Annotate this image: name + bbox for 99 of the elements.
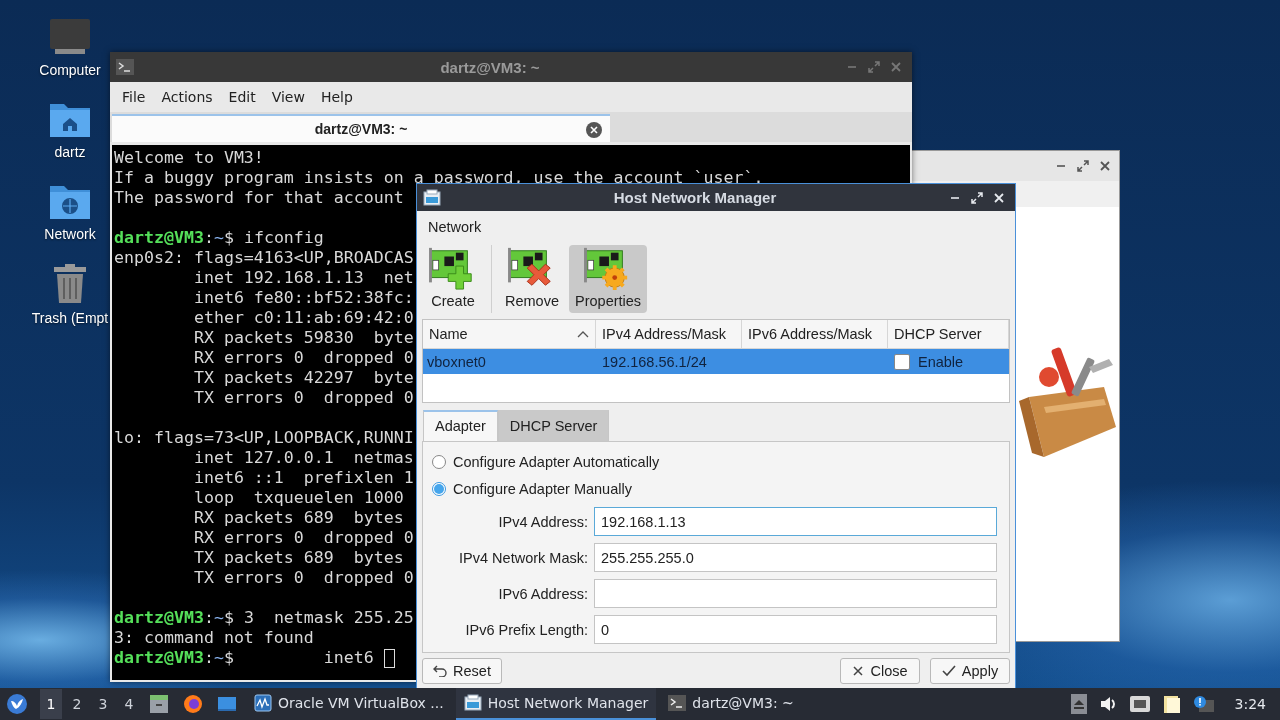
terminal-line: If a buggy program insists on a password, use the account `user`. — [114, 168, 764, 188]
desktop-icon-label[interactable]: Network — [44, 226, 96, 242]
network-window-icon — [463, 694, 482, 712]
prompt-line: dartz@VM3:~$ inet6 — [114, 648, 375, 668]
terminal-tab[interactable]: dartz@VM3: ~ — [112, 114, 610, 142]
workspace-button[interactable]: 1 — [40, 689, 62, 719]
window-title: dartz@VM3: ~ — [439, 58, 541, 76]
terminal-line: Welcome to VM3! — [114, 148, 264, 168]
terminal-line: 3: command not found — [114, 628, 314, 648]
terminal-line: inet6 fe80::bf52:38fc: — [192, 288, 414, 308]
column-title: DHCP Server — [894, 326, 982, 342]
input-field[interactable]: 0 — [594, 615, 997, 644]
input-field[interactable]: 255.255.255.0 — [594, 543, 997, 572]
start-menu-icon[interactable] — [6, 693, 28, 715]
volume-icon[interactable] — [1098, 695, 1117, 713]
sort-up-icon — [577, 330, 589, 338]
prompt-line: dartz@VM3:~$ ifconfig — [114, 228, 324, 248]
terminal-line: inet 127.0.0.1 netmas — [192, 448, 414, 468]
column-header[interactable]: Name — [423, 320, 596, 348]
taskbar-task[interactable]: dartz@VM3: ~ — [660, 688, 802, 720]
column-header[interactable]: IPv6 Address/Mask — [742, 320, 888, 348]
trash-icon — [52, 264, 88, 304]
field-label: IPv4 Network Mask: — [458, 549, 588, 566]
input-field[interactable] — [594, 579, 997, 608]
menu-item[interactable]: Edit — [220, 85, 264, 109]
column-title: IPv4 Address/Mask — [602, 326, 727, 342]
close-icon[interactable] — [586, 122, 602, 138]
tab[interactable]: DHCP Server — [497, 410, 610, 441]
terminal-icon — [668, 695, 687, 711]
tab[interactable]: Adapter — [423, 410, 498, 441]
terminal-line: RX errors 0 dropped 0 — [192, 528, 414, 548]
terminal-line: RX packets 689 bytes — [192, 508, 404, 528]
network-icon[interactable] — [1128, 695, 1151, 713]
terminal-line: TX packets 42297 byte — [192, 368, 414, 388]
terminal-line: TX packets 689 bytes — [192, 548, 404, 568]
table-cell-text: 192.168.56.1/24 — [601, 352, 708, 372]
terminal-line: inet 192.168.1.13 net — [192, 268, 414, 288]
prompt-line: dartz@VM3:~$ 3 netmask 255.25 — [114, 608, 414, 628]
chart-window-icon — [254, 694, 272, 712]
dialog-button[interactable]: Close — [840, 658, 920, 684]
menu-item[interactable]: Help — [312, 85, 361, 109]
menu-item[interactable]: Actions — [153, 85, 221, 109]
checkbox[interactable] — [894, 353, 910, 370]
column-header[interactable]: IPv4 Address/Mask — [596, 320, 742, 348]
column-title: IPv6 Address/Mask — [748, 326, 873, 342]
workspace-button[interactable]: 4 — [118, 689, 140, 719]
radio-label: Configure Adapter Manually — [453, 480, 632, 497]
desktop-icon-label[interactable]: Computer — [39, 62, 101, 78]
field-label: IPv4 Address: — [497, 513, 588, 530]
terminal-line: RX packets 59830 byte — [192, 328, 414, 348]
toolbar-button[interactable]: Properties — [569, 245, 648, 313]
close-icon — [852, 665, 865, 677]
menu-item[interactable]: View — [263, 85, 313, 109]
terminal-line: enp0s2: flags=4163<UP,BROADCAS — [114, 248, 414, 268]
close-icon[interactable] — [1099, 160, 1111, 172]
network-window-icon — [423, 188, 441, 207]
browser-icon[interactable] — [183, 694, 203, 714]
toolbar-button[interactable]: Remove — [499, 245, 565, 313]
terminal-line: inet6 ::1 prefixlen 1 — [192, 468, 414, 488]
terminal-line: TX errors 0 dropped 0 — [192, 388, 414, 408]
workspace-button[interactable]: 2 — [66, 689, 88, 719]
terminal-line: loop txqueuelen 1000 — [192, 488, 404, 508]
input-field[interactable]: 192.168.1.13 — [594, 507, 997, 536]
table-row[interactable]: vboxnet0 192.168.56.1/24 Enable — [423, 349, 1009, 374]
check-icon — [941, 665, 956, 677]
terminal-line: lo: flags=73<UP,LOOPBACK,RUNNI — [114, 428, 414, 448]
file-cabinet-icon[interactable] — [149, 694, 169, 714]
field-label: IPv6 Address: — [497, 585, 588, 602]
dialog-button[interactable]: Apply — [930, 658, 1010, 684]
computer-icon — [49, 18, 91, 56]
radio-button[interactable] — [432, 481, 446, 496]
terminal-line: The password for that account — [114, 188, 404, 208]
checkbox-label: Enable — [918, 353, 964, 370]
column-header[interactable]: DHCP Server — [888, 320, 1009, 348]
workspace-button[interactable]: 3 — [92, 689, 114, 719]
terminal-line: ether c0:11:ab:69:42:0 — [192, 308, 414, 328]
clock: 3:24 — [1234, 696, 1266, 712]
desktop-icon-label[interactable]: Trash (Empt — [31, 310, 109, 326]
notification-icon[interactable] — [1192, 695, 1215, 713]
field-label: IPv6 Prefix Length: — [464, 621, 588, 638]
table-cell-text: vboxnet0 — [426, 352, 487, 372]
toolbar-button[interactable]: Create — [422, 245, 484, 313]
terminal-line: RX errors 0 dropped 0 — [192, 348, 414, 368]
radio-label: Configure Adapter Automatically — [453, 453, 660, 470]
menu-item[interactable]: File — [114, 85, 154, 109]
maximize-icon[interactable] — [1077, 160, 1089, 172]
radio-button[interactable] — [432, 454, 446, 469]
clipboard-icon[interactable] — [1162, 694, 1181, 714]
menu-item[interactable]: Network — [422, 219, 488, 235]
taskbar-task[interactable]: Oracle VM VirtualBox ... — [246, 688, 452, 720]
taskbar-task[interactable]: Host Network Manager — [455, 688, 657, 720]
desktop-icon-label[interactable]: dartz — [54, 144, 86, 160]
window-title: Host Network Manager — [612, 189, 778, 206]
terminal-icon — [116, 59, 134, 75]
undo-icon — [433, 665, 448, 677]
column-title: Name — [429, 326, 468, 342]
dialog-button[interactable]: Reset — [422, 658, 502, 684]
window-icon[interactable] — [217, 695, 237, 713]
terminal-line: TX errors 0 dropped 0 — [192, 568, 414, 588]
